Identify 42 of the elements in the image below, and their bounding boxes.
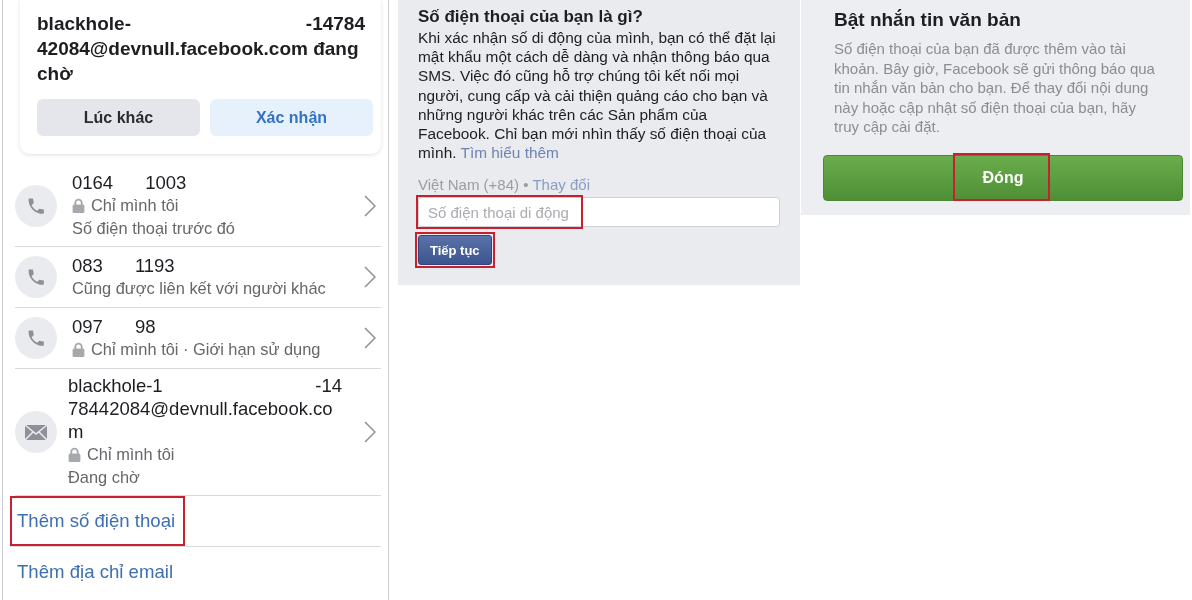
lock-icon	[72, 198, 85, 213]
continue-button[interactable]: Tiếp tục	[418, 235, 492, 266]
learn-more-link[interactable]: Tìm hiểu thêm	[460, 144, 559, 162]
country-code-label: Việt Nam (+84) •	[418, 176, 529, 195]
add-link[interactable]: Thêm địa chỉ email	[17, 561, 174, 583]
form-title: Số điện thoại của bạn là gì?	[418, 6, 644, 28]
contact-note: Đang chờ	[68, 467, 141, 488]
chevron-right-icon[interactable]	[364, 420, 376, 443]
form-description: Khi xác nhận số di động của mình, bạn có thể đặt lại mật khẩu một cách dễ dàng và nhận thông báo qua SMS. Việc đó cũng hỗ trợ chúng tôi kết nối mọi người, cung cấp và cải thiện quảng cáo cho bạn và những người khác trên các Sản phẩm của Facebook. Chỉ bạn mới nhìn thấy số điện thoại của mình. Tìm hiểu thêm	[418, 28, 777, 163]
chevron-right-icon[interactable]	[364, 326, 376, 349]
lock-icon	[68, 447, 81, 462]
phone-number-part: 083	[72, 253, 103, 277]
phone-icon	[15, 184, 57, 227]
phone-number-part: 1193	[134, 253, 175, 277]
dialog-message: Số điện thoại của bạn đã được thêm vào tài khoản. Bây giờ, Facebook sẽ gửi thông báo qua tin nhắn văn bản cho bạn. Để thay đổi nội dung này hoặc cập nhật số điện thoại của bạn, hãy truy cập cài đặt.	[834, 39, 1156, 137]
confirm-button[interactable]: Xác nhận	[210, 99, 373, 136]
dialog-title: Bật nhắn tin văn bản	[834, 8, 1022, 32]
phone-icon	[15, 255, 57, 298]
audience-label: Chỉ mình tôi · Giới hạn sử dụng	[91, 338, 321, 360]
phone-number-part: 0164	[72, 171, 114, 194]
pending-email-text: 42084@devnull.facebook.com đang chờ	[37, 37, 360, 86]
lock-icon	[72, 341, 85, 357]
phone-number-part: 1003	[145, 171, 187, 194]
phone-number-field[interactable]: Số điện thoại di động	[418, 197, 780, 228]
chevron-right-icon[interactable]	[364, 265, 376, 288]
contact-note: Số điện thoại trước đó	[72, 218, 236, 239]
audience-label: Chỉ mình tôi	[91, 195, 179, 216]
email-address-start: blackhole-	[37, 12, 131, 36]
audience-label: Chỉ mình tôi	[87, 444, 175, 465]
email-address-part: -14	[315, 374, 342, 397]
envelope-icon	[15, 410, 57, 453]
email-address-rest: 78442084@devnull.facebook.com	[68, 397, 334, 443]
contact-note: Cũng được liên kết với người khác	[72, 277, 327, 299]
email-address-part: blackhole-1	[68, 374, 163, 397]
email-address-end: -14784	[305, 12, 365, 36]
chevron-right-icon[interactable]	[364, 194, 376, 217]
phone-number-part: 097	[72, 314, 103, 338]
phone-number-part: 98	[134, 314, 156, 338]
phone-icon	[15, 316, 57, 359]
close-button[interactable]: Đóng	[823, 154, 1183, 201]
later-button[interactable]: Lúc khác	[37, 99, 200, 136]
add-link[interactable]: Thêm số điện thoại	[17, 510, 176, 532]
